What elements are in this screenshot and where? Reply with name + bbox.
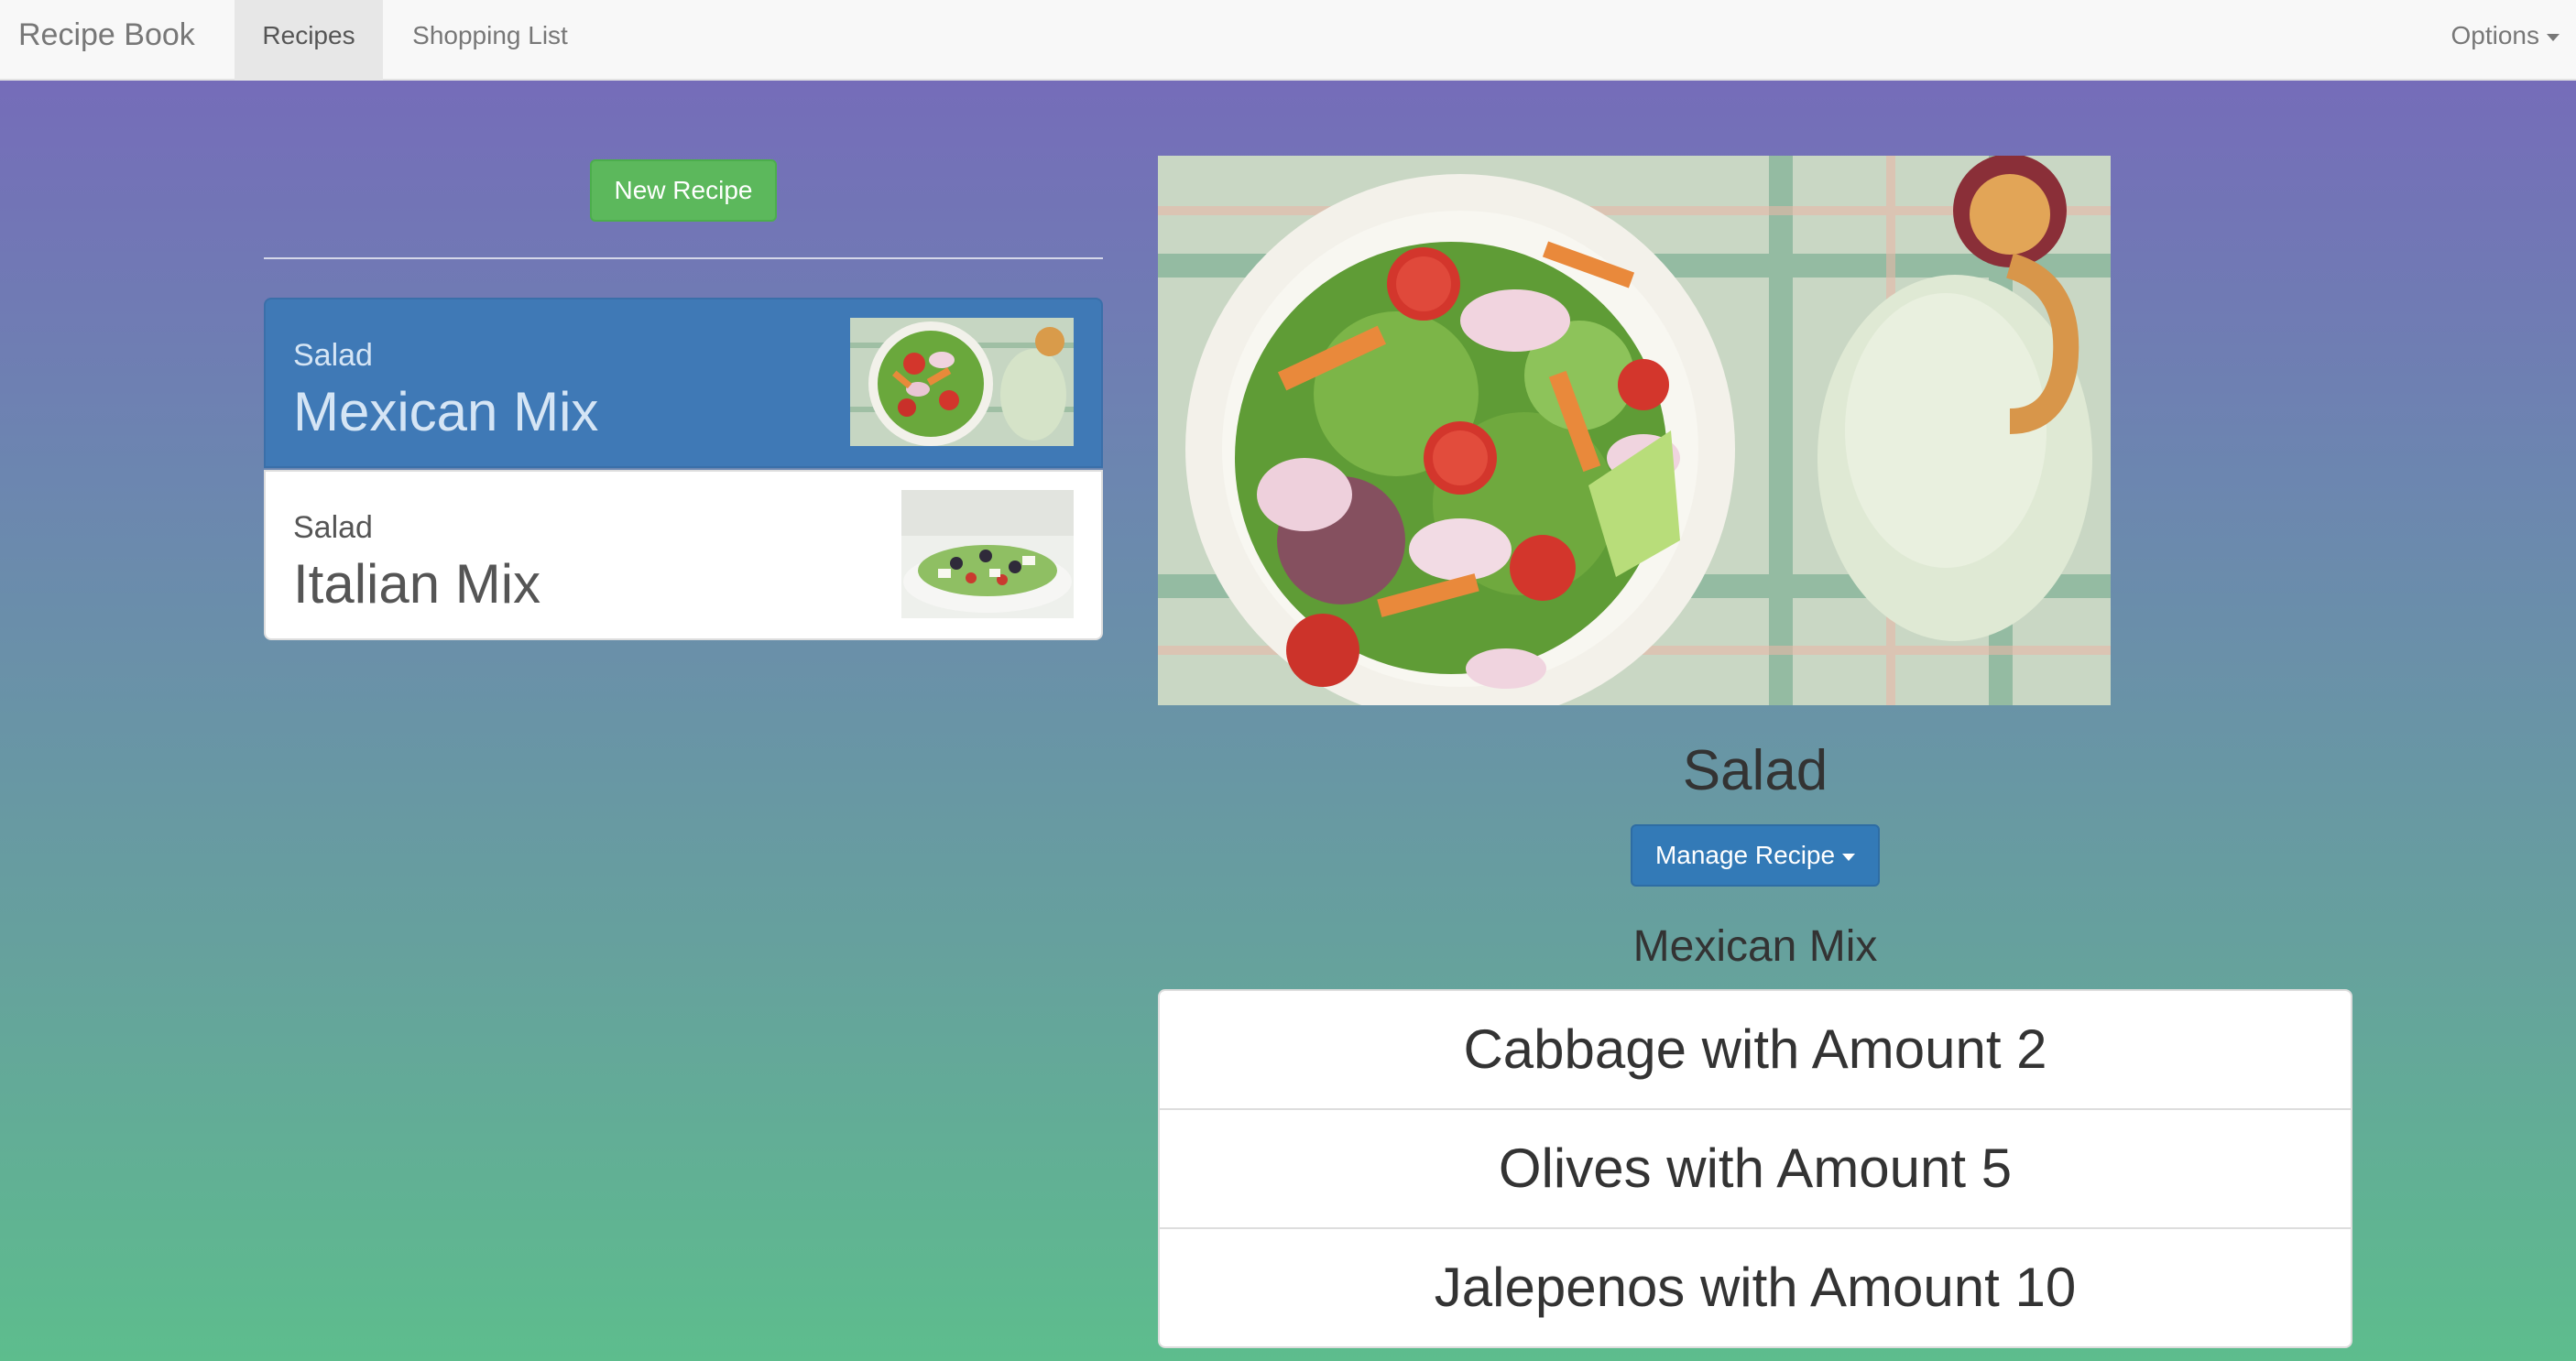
recipe-title: Salad [1682,739,1828,802]
recipe-type: Salad [293,510,373,545]
recipe-description: Mexican Mix [1632,922,1878,971]
salad-bowl-image [850,318,1074,446]
recipe-thumbnail [850,318,1074,446]
recipe-list-item[interactable]: Salad Mexican Mix [264,298,1103,468]
navbar: Recipe Book Recipes Shopping List Option… [0,0,2576,81]
ingredients-list: Cabbage with Amount 2 Olives with Amount… [1158,989,2352,1348]
new-recipe-button[interactable]: New Recipe [590,159,777,222]
manage-recipe-label: Manage Recipe [1654,841,1836,869]
recipe-name: Mexican Mix [293,381,599,442]
caret-down-icon [2547,33,2560,41]
recipe-type: Salad [293,338,373,373]
ingredient-item[interactable]: Olives with Amount 5 [1160,1110,2351,1229]
ingredient-item[interactable]: Cabbage with Amount 2 [1160,991,2351,1110]
recipe-image [1158,156,2111,705]
tab-shopping-list[interactable]: Shopping List [383,0,597,81]
salad-plate-image [901,490,1074,618]
salad-bowl-image [1158,156,2111,705]
options-dropdown[interactable]: Options [2451,0,2560,81]
tab-recipes[interactable]: Recipes [235,0,383,81]
recipe-list-item[interactable]: Salad Italian Mix [264,470,1103,640]
caret-down-icon [1842,853,1856,861]
brand-link[interactable]: Recipe Book [18,0,195,81]
options-label: Options [2450,21,2540,49]
manage-recipe-button[interactable]: Manage Recipe [1631,824,1880,887]
divider [264,257,1103,259]
recipe-name: Italian Mix [293,553,541,615]
recipe-thumbnail [901,490,1074,618]
ingredient-item[interactable]: Jalepenos with Amount 10 [1160,1229,2351,1346]
